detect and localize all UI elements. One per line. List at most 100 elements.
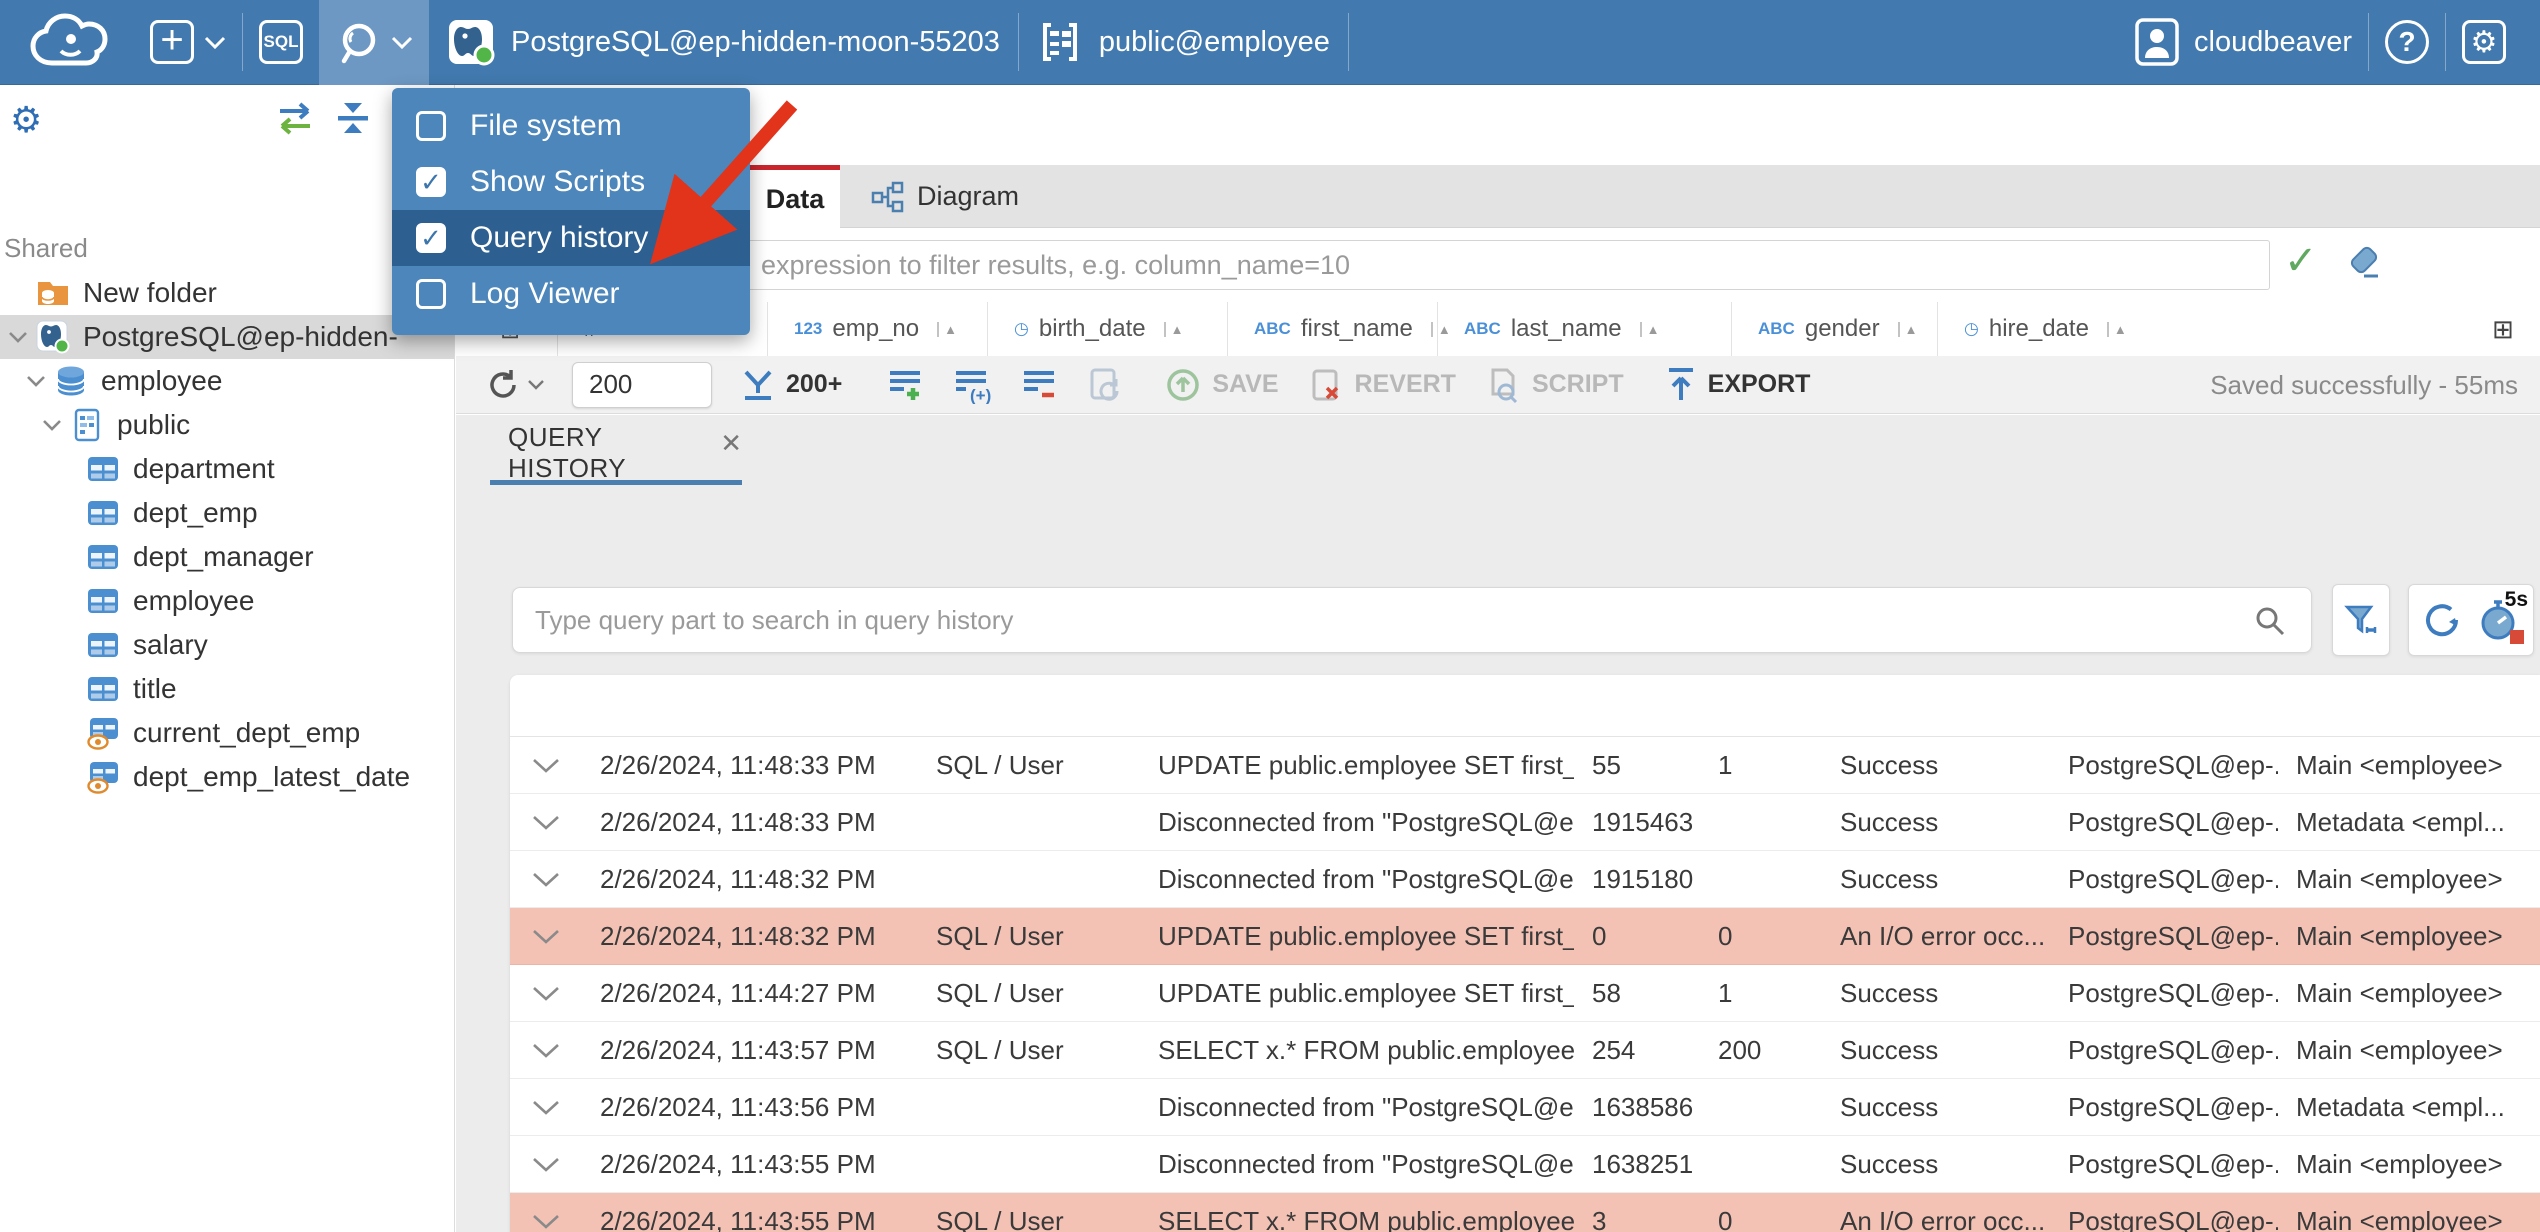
history-table-row[interactable]: 2/26/2024, 11:43:57 PM SQL / User SELECT…	[510, 1022, 2540, 1079]
column-type-icon: ABC	[1464, 319, 1501, 338]
funnel-icon	[2344, 605, 2377, 634]
history-table-row[interactable]: 2/26/2024, 11:48:32 PM SQL / User UPDATE…	[510, 908, 2540, 965]
row-limit-input[interactable]	[572, 361, 712, 408]
cell-time: 2/26/2024, 11:43:56 PM	[600, 1091, 876, 1122]
tree-item[interactable]: title	[0, 667, 454, 711]
sort-icon[interactable]: ▲	[1163, 321, 1183, 337]
save-button[interactable]: SAVE	[1164, 366, 1279, 404]
collapse-all-icon[interactable]	[332, 101, 374, 140]
help-button[interactable]: ?	[2369, 0, 2445, 85]
grid-presentation-icon[interactable]: ⊞	[2492, 314, 2514, 345]
apply-filter-icon[interactable]: ✓	[2284, 238, 2318, 284]
grid-column-header[interactable]: ABC gender ▲	[1731, 302, 1917, 356]
sql-editor-button[interactable]: SQL	[243, 0, 319, 85]
view-icon	[86, 760, 120, 794]
schema-selector[interactable]: public@employee	[1037, 19, 1330, 65]
history-search-input[interactable]	[512, 587, 2312, 653]
grid-column-headers-partial: ⊞ 123 emp_no ▲ ◷ birth_date ▲ ABC first_…	[456, 302, 2540, 356]
history-table-row[interactable]: 2/26/2024, 11:48:33 PM Disconnected from…	[510, 794, 2540, 851]
history-table-row[interactable]: 2/26/2024, 11:44:27 PM SQL / User UPDATE…	[510, 965, 2540, 1022]
tree-item[interactable]: dept_manager	[0, 535, 454, 579]
tab-query-history[interactable]: QUERY HISTORY ✕	[490, 422, 742, 485]
history-filter-button[interactable]	[2332, 584, 2390, 656]
connection-selector[interactable]: PostgreSQL@ep-hidden-moon-55203	[447, 18, 1000, 66]
revert-button[interactable]: REVERT	[1307, 366, 1456, 404]
refresh-button[interactable]	[484, 366, 544, 404]
auto-refresh-button[interactable]	[1086, 366, 1124, 404]
add-row-button[interactable]	[886, 366, 924, 404]
expand-row-icon[interactable]	[510, 1214, 582, 1229]
tree-item[interactable]: New folder	[0, 271, 454, 315]
tree-item[interactable]: dept_emp	[0, 491, 454, 535]
menu-item[interactable]: Query history	[392, 210, 750, 266]
script-button[interactable]: SCRIPT	[1484, 366, 1624, 404]
data-filter-row: ✓	[456, 228, 2540, 302]
cell-duration: 3	[1592, 1205, 1607, 1232]
menu-item[interactable]: Log Viewer	[392, 266, 750, 322]
tab-diagram[interactable]: Diagram	[840, 165, 1050, 228]
cell-result: Success	[1840, 1091, 1939, 1122]
settings-button[interactable]: ⚙	[2446, 0, 2522, 85]
sync-connection-icon[interactable]	[272, 101, 318, 140]
tree-item[interactable]: PostgreSQL@ep-hidden-	[0, 315, 454, 359]
grid-column-header[interactable]: ◷ birth_date ▲	[987, 302, 1183, 356]
close-icon[interactable]: ✕	[720, 428, 742, 459]
history-table-row[interactable]: 2/26/2024, 11:43:55 PM SQL / User SELECT…	[510, 1193, 2540, 1232]
expand-row-icon[interactable]	[510, 1043, 582, 1058]
grid-column-header[interactable]: ABC first_name ▲	[1227, 302, 1451, 356]
export-button[interactable]: EXPORT	[1664, 366, 1810, 404]
grid-column-header[interactable]: 123 emp_no ▲	[767, 302, 957, 356]
chevron-down-icon[interactable]	[26, 375, 54, 387]
checkbox[interactable]	[416, 167, 446, 197]
menu-item[interactable]: Show Scripts	[392, 154, 750, 210]
database-tree: New folder PostgreSQL@ep-hidden- employe…	[0, 271, 454, 799]
chevron-down-icon[interactable]	[42, 419, 70, 431]
cell-text: UPDATE public.employee SET first_...	[1158, 977, 1574, 1008]
sort-icon[interactable]: ▲	[2106, 321, 2127, 337]
expand-row-icon[interactable]	[510, 815, 582, 830]
expand-row-icon[interactable]	[510, 929, 582, 944]
expand-row-icon[interactable]	[510, 1157, 582, 1172]
filter-expression-input[interactable]	[740, 240, 2270, 290]
tree-item[interactable]: current_dept_emp	[0, 711, 454, 755]
sort-icon[interactable]: ▲	[1897, 321, 1917, 337]
tree-item[interactable]: public	[0, 403, 454, 447]
sidebar-settings-icon[interactable]: ⚙	[10, 99, 42, 141]
sort-icon[interactable]: ▲	[937, 321, 957, 337]
tab-data[interactable]: Data	[750, 165, 840, 228]
fetch-more-button[interactable]: 200+	[740, 367, 842, 403]
duplicate-row-button[interactable]: (+)	[952, 366, 992, 404]
history-table-row[interactable]: 2/26/2024, 11:43:55 PM Disconnected from…	[510, 1136, 2540, 1193]
new-connection-button[interactable]: +	[134, 0, 242, 85]
tree-item[interactable]: employee	[0, 359, 454, 403]
checkbox[interactable]	[416, 223, 446, 253]
erase-filter-icon[interactable]	[2344, 242, 2386, 289]
cell-result: Success	[1840, 977, 1939, 1008]
grid-column-header[interactable]: ◷ hire_date ▲	[1937, 302, 2127, 356]
user-menu-button[interactable]: cloudbeaver	[2118, 0, 2368, 85]
tree-item[interactable]: employee	[0, 579, 454, 623]
expand-row-icon[interactable]	[510, 758, 582, 773]
expand-row-icon[interactable]	[510, 986, 582, 1001]
sort-icon[interactable]: ▲	[1639, 321, 1659, 337]
diagram-icon	[871, 181, 904, 212]
history-table-row[interactable]: 2/26/2024, 11:48:32 PM Disconnected from…	[510, 851, 2540, 908]
checkbox[interactable]	[416, 111, 446, 141]
expand-row-icon[interactable]	[510, 872, 582, 887]
menu-item[interactable]: File system	[392, 98, 750, 154]
tree-item[interactable]: department	[0, 447, 454, 491]
grid-column-header[interactable]: ABC last_name ▲	[1437, 302, 1659, 356]
tree-item[interactable]: salary	[0, 623, 454, 667]
delete-row-button[interactable]	[1020, 366, 1058, 404]
chevron-down-icon[interactable]	[8, 331, 36, 343]
auto-refresh-timer-icon[interactable]: 5s	[2478, 588, 2528, 644]
checkbox[interactable]	[416, 279, 446, 309]
expand-row-icon[interactable]	[510, 1100, 582, 1115]
history-table-row[interactable]: 2/26/2024, 11:48:33 PM SQL / User UPDATE…	[510, 737, 2540, 794]
refresh-icon[interactable]	[2420, 598, 2464, 642]
cell-connection: PostgreSQL@ep-...	[2068, 977, 2278, 1008]
cell-duration: 58	[1592, 977, 1621, 1008]
tools-menu-button[interactable]	[319, 0, 429, 85]
tree-item[interactable]: dept_emp_latest_date	[0, 755, 454, 799]
history-table-row[interactable]: 2/26/2024, 11:43:56 PM Disconnected from…	[510, 1079, 2540, 1136]
